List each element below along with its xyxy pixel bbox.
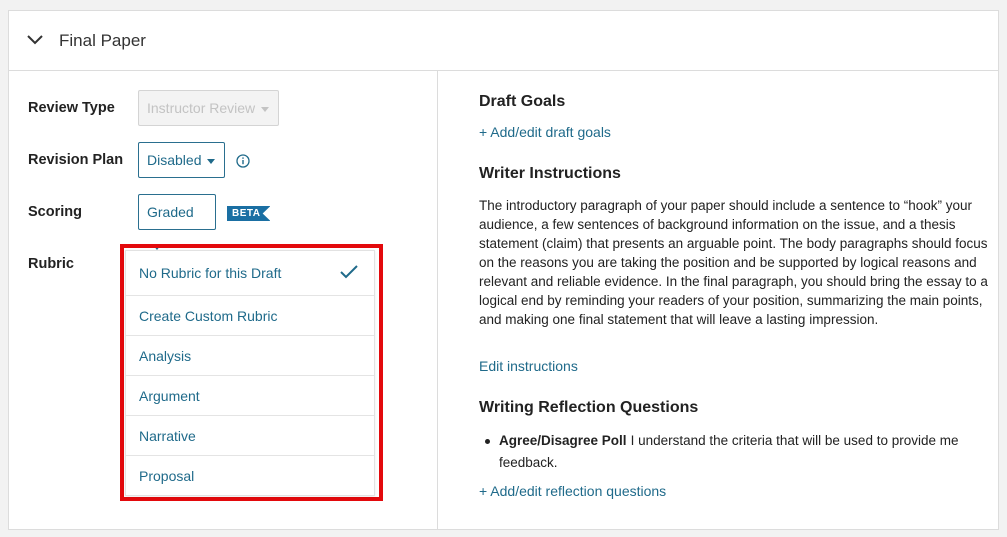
beta-badge: BETA [227,206,271,221]
bullet-icon [485,439,490,444]
reflection-item-title: Agree/Disagree Poll [499,433,627,448]
writer-instructions-heading: Writer Instructions [479,165,621,182]
review-type-select: Instructor Review [138,90,279,126]
revision-plan-value: Disabled [147,152,202,168]
section-title: Final Paper [59,31,146,50]
menu-item-label: Analysis [139,348,192,364]
draft-goals-heading: Draft Goals [479,93,566,110]
chevron-down-icon[interactable] [26,33,44,47]
review-type-label: Review Type [28,100,115,116]
rubric-dropdown-menu: No Rubric for this Draft Create Custom R… [125,250,375,496]
menu-item-label: Create Custom Rubric [139,308,278,324]
rubric-label: Rubric [28,256,74,272]
menu-item-label: Argument [139,388,200,404]
revision-plan-label: Revision Plan [28,152,124,168]
menu-item-label: No Rubric for this Draft [139,265,282,281]
review-type-value: Instructor Review [147,100,256,116]
rubric-option-analysis[interactable]: Analysis [126,336,374,376]
info-icon[interactable] [236,154,250,168]
final-paper-card: Final Paper Review Type Instructor Revie… [8,10,999,530]
section-header[interactable]: Final Paper [9,11,998,71]
reflection-heading: Writing Reflection Questions [479,399,699,416]
rubric-option-proposal[interactable]: Proposal [126,456,374,496]
scoring-select[interactable]: Graded [138,194,216,250]
scoring-value: Graded [147,204,194,220]
reflection-list-item: Agree/Disagree Poll I understand the crit… [485,430,985,474]
rubric-option-argument[interactable]: Argument [126,376,374,416]
menu-item-label: Proposal [139,468,195,484]
edit-instructions-link[interactable]: Edit instructions [479,358,578,374]
caret-down-icon [261,106,270,112]
column-divider [437,71,438,530]
revision-plan-select[interactable]: Disabled [138,142,225,178]
checkmark-icon [340,265,358,279]
add-edit-reflection-link[interactable]: + Add/edit reflection questions [479,483,666,499]
rubric-option-no-rubric[interactable]: No Rubric for this Draft [126,251,374,296]
add-edit-draft-goals-link[interactable]: + Add/edit draft goals [479,124,611,140]
rubric-option-narrative[interactable]: Narrative [126,416,374,456]
writer-instructions-text: The introductory paragraph of your paper… [479,198,988,327]
caret-down-icon [207,158,216,164]
rubric-option-create-custom[interactable]: Create Custom Rubric [126,296,374,336]
scoring-label: Scoring [28,204,82,220]
menu-item-label: Narrative [139,428,196,444]
